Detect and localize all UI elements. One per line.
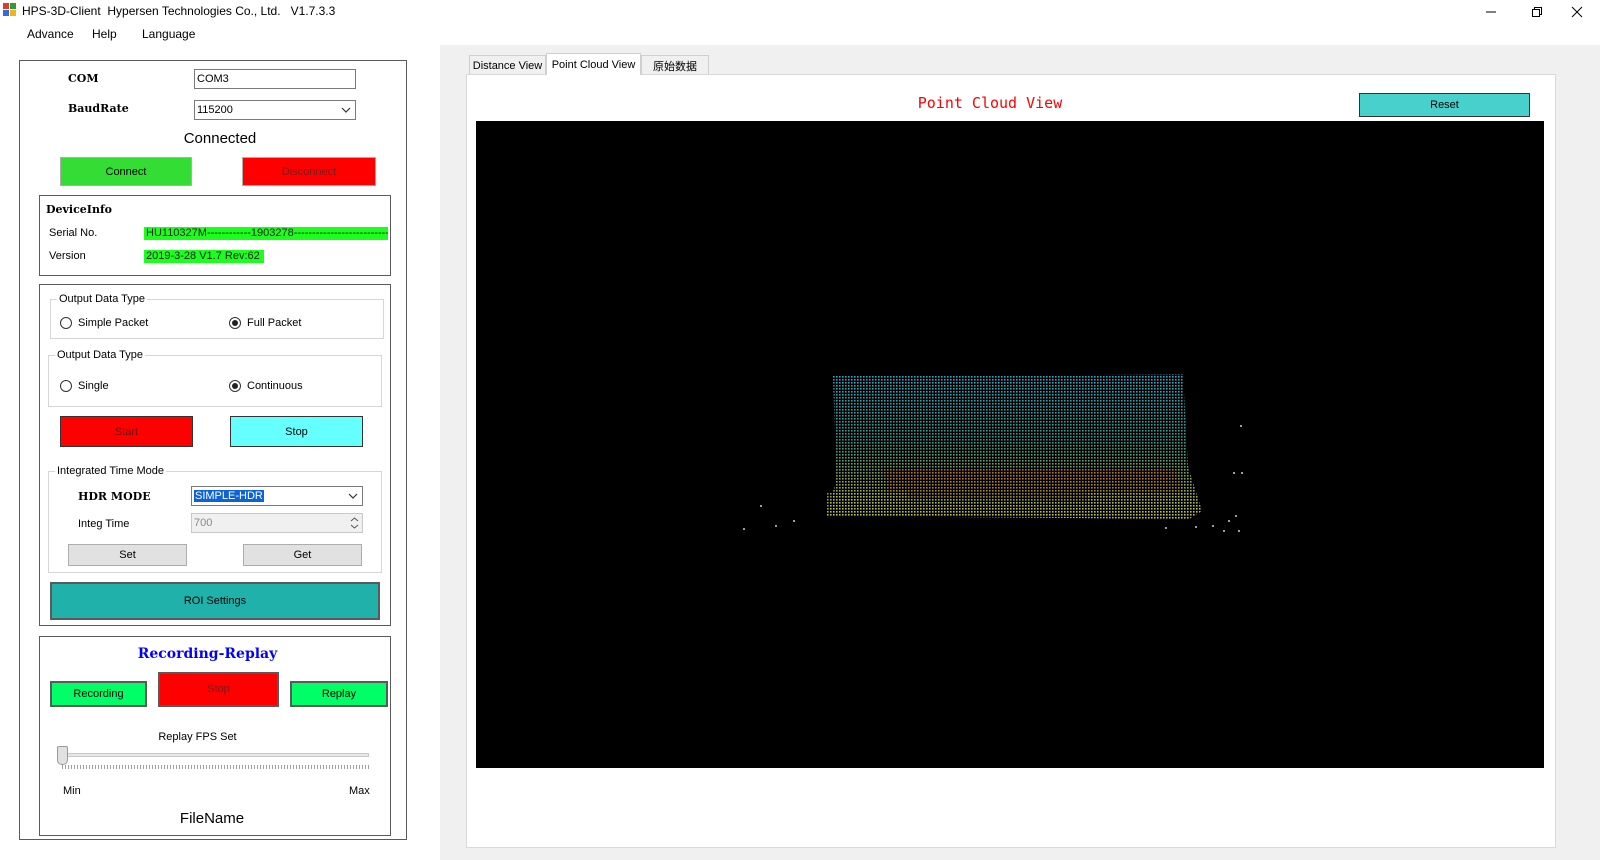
fps-label: Replay FPS Set xyxy=(158,731,237,743)
recording-title: Recording-Replay xyxy=(137,646,278,662)
point-cloud-title: Point Cloud View xyxy=(917,94,1063,112)
replay-button[interactable]: Replay xyxy=(290,681,388,707)
filename-label: FileName xyxy=(179,810,245,827)
point-cloud-viewport[interactable] xyxy=(476,121,1544,768)
hdr-mode-label: HDR MODE xyxy=(78,490,151,503)
start-button[interactable]: Start xyxy=(60,416,193,447)
tab-raw-data[interactable]: 原始数据 xyxy=(641,55,709,75)
fps-min-label: Min xyxy=(63,785,81,797)
continuous-radio[interactable] xyxy=(229,380,241,392)
reset-button[interactable]: Reset xyxy=(1359,93,1530,117)
serial-value: HU110327M------------1903278------------… xyxy=(144,227,388,240)
app-icon xyxy=(3,3,17,17)
recording-stop-button[interactable]: Stop xyxy=(158,672,279,707)
menu-advance[interactable]: Advance xyxy=(27,27,74,41)
chevron-down-icon xyxy=(341,107,351,113)
full-packet-label: Full Packet xyxy=(247,317,302,329)
menu-language[interactable]: Language xyxy=(142,27,195,41)
roi-settings-button[interactable]: ROI Settings xyxy=(50,582,380,620)
version-value: 2019-3-28 V1.7 Rev:62 xyxy=(144,250,264,263)
window-title: HPS-3D-Client Hypersen Technologies Co.,… xyxy=(22,4,336,18)
baudrate-select[interactable]: 115200 xyxy=(194,100,356,120)
connection-status: Connected xyxy=(183,130,257,147)
fps-slider-track[interactable] xyxy=(62,753,369,757)
single-label: Single xyxy=(78,380,109,392)
stop-button[interactable]: Stop xyxy=(230,416,363,447)
get-button[interactable]: Get xyxy=(243,544,362,566)
version-label: Version xyxy=(49,250,86,262)
com-input[interactable]: COM3 xyxy=(194,69,356,89)
integ-time-label: Integ Time xyxy=(78,518,130,530)
menu-help[interactable]: Help xyxy=(92,27,117,41)
fps-slider-ticks xyxy=(62,765,369,769)
close-icon xyxy=(1571,6,1583,17)
close-button[interactable] xyxy=(1554,0,1600,23)
full-packet-radio[interactable] xyxy=(229,317,241,329)
device-info-title: DeviceInfo xyxy=(46,203,113,216)
hdr-mode-select[interactable]: SIMPLE-HDR xyxy=(191,486,363,506)
hdr-mode-value: SIMPLE-HDR xyxy=(194,490,264,502)
simple-packet-radio[interactable] xyxy=(60,317,72,329)
baudrate-value: 115200 xyxy=(197,104,233,116)
tab-point-cloud-view[interactable]: Point Cloud View xyxy=(546,53,641,75)
disconnect-button[interactable]: Disconnect xyxy=(242,157,376,186)
fps-max-label: Max xyxy=(349,785,370,797)
chevron-down-icon xyxy=(348,493,358,499)
minimize-button[interactable] xyxy=(1468,0,1514,23)
integ-time-legend: Integrated Time Mode xyxy=(55,465,167,477)
com-label: COM xyxy=(68,72,99,85)
single-radio[interactable] xyxy=(60,380,72,392)
output-packet-legend: Output Data Type xyxy=(57,293,148,305)
point-cloud-canvas xyxy=(743,374,1243,532)
simple-packet-label: Simple Packet xyxy=(78,317,149,329)
connect-button[interactable]: Connect xyxy=(60,157,192,186)
baudrate-label: BaudRate xyxy=(68,102,129,115)
spinner-icon xyxy=(350,517,359,529)
fps-slider-thumb[interactable] xyxy=(57,746,68,765)
restore-icon xyxy=(1532,6,1542,17)
tab-distance-view[interactable]: Distance View xyxy=(469,55,546,75)
set-button[interactable]: Set xyxy=(68,544,187,566)
serial-label: Serial No. xyxy=(49,227,98,239)
continuous-label: Continuous xyxy=(247,380,303,392)
menu-bar xyxy=(0,23,1600,45)
integ-time-value: 700 xyxy=(194,517,213,529)
output-mode-legend: Output Data Type xyxy=(55,349,146,361)
recording-button[interactable]: Recording xyxy=(50,681,147,707)
integ-time-input[interactable]: 700 xyxy=(191,513,363,533)
minimize-icon xyxy=(1486,11,1496,12)
